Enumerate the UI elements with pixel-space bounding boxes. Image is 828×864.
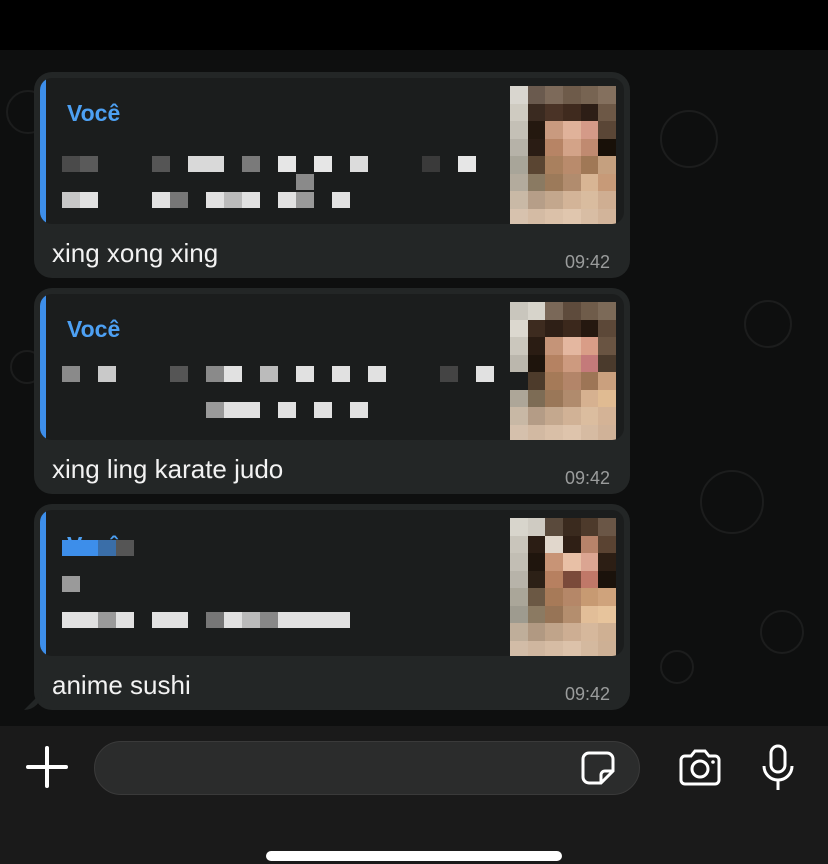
message-time: 09:42 [564, 684, 610, 704]
home-indicator[interactable] [266, 851, 562, 861]
pixelated-quote-text [62, 174, 314, 190]
reply-quote[interactable]: Você [40, 294, 624, 440]
camera-icon[interactable] [677, 748, 723, 788]
quoted-image-thumbnail[interactable] [510, 86, 616, 224]
message-bubble[interactable]: Você xing xong xing 09:42 [34, 72, 630, 278]
pixelated-quote-text [62, 366, 494, 382]
wallpaper-doodle [660, 110, 718, 168]
message-text: xing xong xing [52, 238, 219, 268]
quote-author: Você [67, 100, 121, 126]
message-bubble[interactable]: Você xing ling karate judo 09:42 [34, 288, 630, 494]
reply-quote[interactable]: Você [40, 78, 624, 224]
wallpaper-doodle [744, 300, 792, 348]
message-time: 09:42 [564, 252, 610, 272]
message-time: 09:42 [564, 468, 610, 488]
message-text: xing ling karate judo [52, 454, 284, 484]
quote-accent-bar [40, 510, 46, 656]
sticker-icon[interactable] [581, 751, 615, 785]
pixelated-quote-text [62, 576, 80, 592]
quote-author: Você [67, 316, 121, 342]
microphone-icon[interactable] [760, 744, 796, 792]
reply-quote[interactable]: Você [40, 510, 624, 656]
plus-icon[interactable] [26, 746, 68, 788]
pixelated-quote-text [62, 612, 350, 628]
top-bar [0, 0, 828, 50]
pixelated-quote-text [62, 540, 134, 556]
wallpaper-doodle [760, 610, 804, 654]
wallpaper-doodle [700, 470, 764, 534]
message-input[interactable] [94, 741, 640, 795]
message-input-field[interactable] [115, 750, 579, 788]
pixelated-quote-text [62, 192, 350, 208]
quoted-image-thumbnail[interactable] [510, 518, 616, 656]
pixelated-quote-text [62, 156, 476, 172]
quote-accent-bar [40, 78, 46, 224]
pixelated-quote-text [62, 402, 368, 418]
quoted-image-thumbnail[interactable] [510, 302, 616, 440]
message-text: anime sushi [52, 670, 191, 700]
wallpaper-doodle [660, 650, 694, 684]
message-bubble[interactable]: Você anime sushi 09:42 [34, 504, 630, 710]
quote-accent-bar [40, 294, 46, 440]
